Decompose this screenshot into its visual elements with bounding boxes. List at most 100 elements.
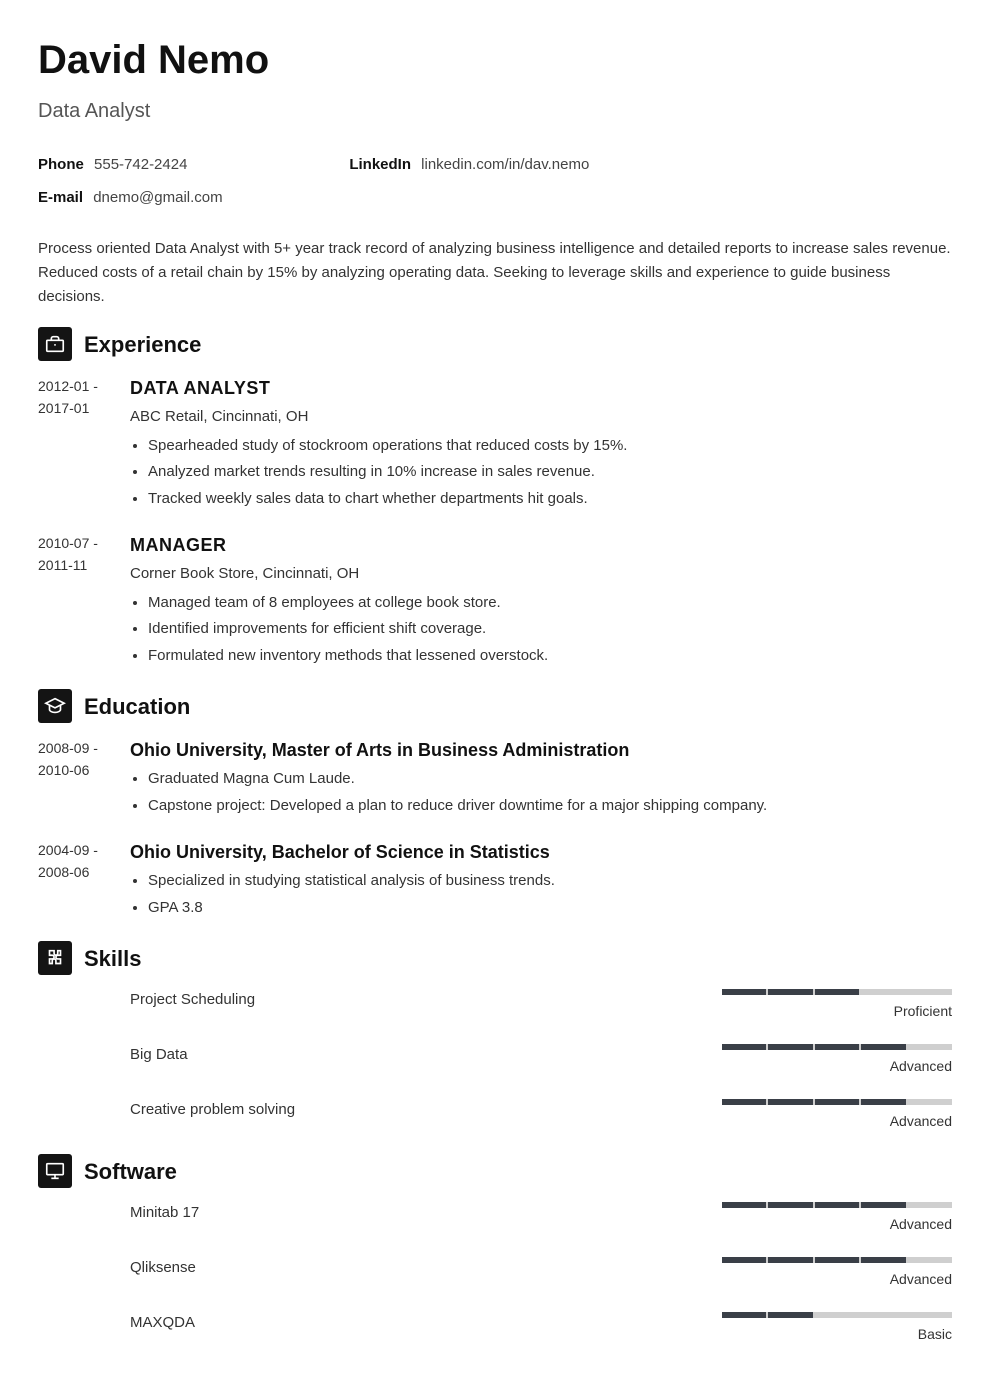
section-header-education: Education [38,689,952,723]
section-experience: Experience 2012-01 -2017-01 DATA ANALYST… [38,327,952,671]
bar-segment [768,989,812,995]
bar-segment [722,989,766,995]
bar-segment [768,1312,812,1318]
entry-date: 2010-07 -2011-11 [38,532,130,671]
entry-date: 2012-01 -2017-01 [38,375,130,514]
linkedin-value: linkedin.com/in/dav.nemo [421,156,589,173]
bar-segment [908,989,952,995]
contact-phone: Phone 555-742-2424 [38,154,329,177]
bullet-item: Spearheaded study of stockroom operation… [148,435,952,458]
bullet-item: Managed team of 8 employees at college b… [148,592,952,615]
bar-segment [815,1202,859,1208]
section-education: Education 2008-09 -2010-06 Ohio Universi… [38,689,952,923]
bullet-item: GPA 3.8 [148,897,952,920]
skill-bar [722,1202,952,1208]
skill-level: Proficient [722,1001,952,1022]
email-label: E-mail [38,189,83,206]
contact-grid: Phone 555-742-2424 LinkedIn linkedin.com… [38,154,952,209]
bar-segment [908,1257,952,1263]
bar-segment [908,1202,952,1208]
entry-bullets: Managed team of 8 employees at college b… [130,592,952,668]
bar-segment [908,1044,952,1050]
bar-segment [815,1044,859,1050]
skill-level: Advanced [722,1111,952,1132]
bar-segment [861,1202,905,1208]
entry-date: 2004-09 -2008-06 [38,839,130,923]
bar-segment [768,1257,812,1263]
skill-bar [722,1312,952,1318]
section-header-software: Software [38,1154,952,1188]
skill-name: Minitab 17 [130,1202,722,1225]
bar-segment [815,1257,859,1263]
bar-segment [908,1099,952,1105]
entry-bullets: Specialized in studying statistical anal… [130,870,952,919]
skill-bar [722,1257,952,1263]
section-skills: Skills Project Scheduling Proficient Big… [38,941,952,1132]
education-heading: Education [84,690,190,723]
resume-title: Data Analyst [38,96,952,126]
puzzle-icon [38,941,72,975]
bar-segment [861,1044,905,1050]
bar-segment [861,1099,905,1105]
skill-row: Minitab 17 Advanced [130,1202,952,1235]
entry-degree: Ohio University, Master of Arts in Busin… [130,737,952,764]
education-entry: 2004-09 -2008-06 Ohio University, Bachel… [38,839,952,923]
bar-segment [861,1257,905,1263]
skill-name: Creative problem solving [130,1099,722,1122]
bar-segment [861,1312,905,1318]
bar-segment [908,1312,952,1318]
bullet-item: Specialized in studying statistical anal… [148,870,952,893]
bullet-item: Identified improvements for efficient sh… [148,618,952,641]
bar-segment [722,1099,766,1105]
bar-segment [815,1099,859,1105]
skill-name: Qliksense [130,1257,722,1280]
entry-bullets: Spearheaded study of stockroom operation… [130,435,952,511]
skill-level: Advanced [722,1214,952,1235]
experience-heading: Experience [84,328,201,361]
bar-segment [861,989,905,995]
software-heading: Software [84,1155,177,1188]
skills-heading: Skills [84,942,141,975]
entry-role: MANAGER [130,532,952,559]
monitor-icon [38,1154,72,1188]
bar-segment [815,1312,859,1318]
entry-date: 2008-09 -2010-06 [38,737,130,821]
contact-email: E-mail dnemo@gmail.com [38,187,329,210]
bullet-item: Formulated new inventory methods that le… [148,645,952,668]
briefcase-icon [38,327,72,361]
bar-segment [768,1044,812,1050]
skill-level: Advanced [722,1056,952,1077]
resume-name: David Nemo [38,30,952,90]
bar-segment [722,1202,766,1208]
bar-segment [768,1099,812,1105]
skill-name: MAXQDA [130,1312,722,1335]
section-software: Software Minitab 17 Advanced Qliksense A… [38,1154,952,1345]
bar-segment [722,1312,766,1318]
skill-row: Creative problem solving Advanced [130,1099,952,1132]
graduation-cap-icon [38,689,72,723]
skill-row: Big Data Advanced [130,1044,952,1077]
bullet-item: Capstone project: Developed a plan to re… [148,795,952,818]
skill-bar [722,1044,952,1050]
bar-segment [768,1202,812,1208]
skill-row: Project Scheduling Proficient [130,989,952,1022]
entry-bullets: Graduated Magna Cum Laude.Capstone proje… [130,768,952,817]
entry-company: Corner Book Store, Cincinnati, OH [130,563,952,586]
bar-segment [722,1257,766,1263]
experience-entry: 2012-01 -2017-01 DATA ANALYST ABC Retail… [38,375,952,514]
skill-name: Project Scheduling [130,989,722,1012]
phone-value: 555-742-2424 [94,156,187,173]
phone-label: Phone [38,156,84,173]
section-header-experience: Experience [38,327,952,361]
skill-row: Qliksense Advanced [130,1257,952,1290]
skill-bar [722,1099,952,1105]
bar-segment [815,989,859,995]
skill-name: Big Data [130,1044,722,1067]
section-header-skills: Skills [38,941,952,975]
bullet-item: Tracked weekly sales data to chart wheth… [148,488,952,511]
skill-bar [722,989,952,995]
skill-level: Advanced [722,1269,952,1290]
contact-linkedin: LinkedIn linkedin.com/in/dav.nemo [349,154,640,177]
summary: Process oriented Data Analyst with 5+ ye… [38,237,952,309]
entry-role: DATA ANALYST [130,375,952,402]
